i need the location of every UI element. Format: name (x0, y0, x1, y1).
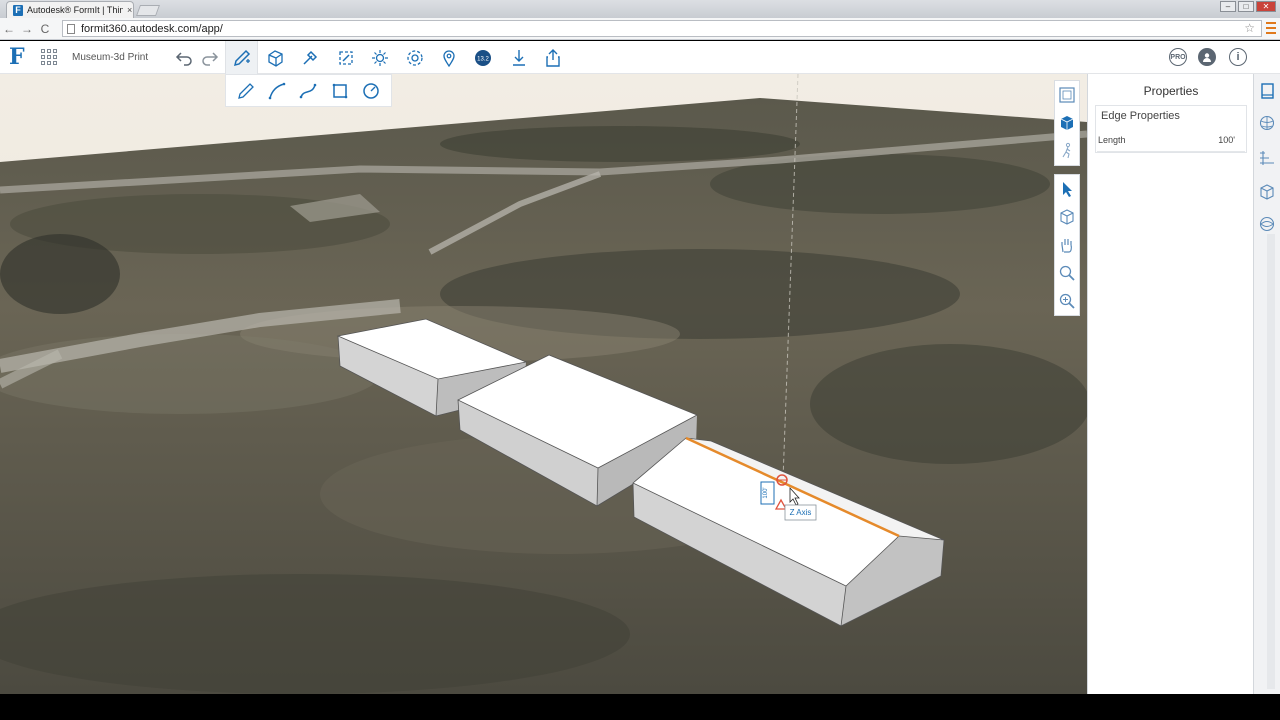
row-divider (1097, 151, 1245, 152)
zoom-extents-icon[interactable] (1055, 81, 1079, 109)
dimension-label: 100' (763, 487, 769, 498)
zoom-window-icon[interactable] (1055, 287, 1079, 315)
project-name: Museum-3d Print (72, 52, 149, 63)
zoom-icon[interactable] (1055, 259, 1079, 287)
redo-icon[interactable] (198, 46, 222, 70)
page-icon (67, 23, 75, 34)
pan-hand-icon[interactable] (1055, 231, 1079, 259)
materials-icon[interactable] (334, 46, 358, 70)
level-badge: 13.2 (477, 57, 489, 63)
view-cube-icon[interactable] (1055, 109, 1079, 137)
browser-address-bar: ← → C formit360.autodesk.com/app/ ☆ (0, 18, 1280, 40)
share-icon[interactable] (541, 46, 565, 70)
user-account-icon[interactable] (1198, 48, 1216, 66)
app-grid-icon[interactable] (41, 49, 57, 65)
browser-tab-strip: F Autodesk® FormIt | Think × – □ ✕ (0, 0, 1280, 18)
formit-favicon-icon: F (13, 4, 23, 16)
sketch-pencil-icon[interactable] (225, 41, 258, 74)
line-icon[interactable] (235, 80, 257, 102)
select-arrow-icon[interactable] (1055, 175, 1079, 203)
layers-panel-icon[interactable] (1257, 148, 1277, 168)
info-icon[interactable]: i (1229, 48, 1247, 66)
formit-app-window: F Autodesk® FormIt | Think × – □ ✕ ← → C… (0, 0, 1280, 720)
window-controls: – □ ✕ (1218, 1, 1276, 12)
analysis-panel-icon[interactable] (1257, 214, 1277, 234)
properties-title: Properties (1143, 84, 1199, 98)
undo-icon[interactable] (172, 46, 196, 70)
sun-icon[interactable] (368, 46, 392, 70)
right-panel-sidebar (1253, 74, 1280, 694)
bookmark-star-icon[interactable]: ☆ (1244, 21, 1255, 35)
minimize-button[interactable]: – (1220, 1, 1236, 12)
length-value[interactable]: 100' (1218, 135, 1235, 145)
forward-button[interactable]: → (18, 22, 36, 36)
pro-badge-button[interactable]: PRO (1169, 48, 1187, 66)
location-icon[interactable] (437, 46, 461, 70)
properties-panel: Properties Edge Properties Length 100' (1087, 74, 1253, 694)
browser-tab[interactable]: F Autodesk® FormIt | Think × (6, 1, 134, 18)
edge-properties-heading: Edge Properties (1101, 110, 1180, 122)
new-tab-button[interactable] (135, 5, 161, 16)
url-field[interactable]: formit360.autodesk.com/app/ ☆ (62, 20, 1262, 37)
spline-icon[interactable] (297, 80, 319, 102)
back-button[interactable]: ← (0, 22, 18, 36)
rectangle-icon[interactable] (329, 80, 351, 102)
walk-mode-icon[interactable] (1055, 137, 1079, 165)
formit-logo[interactable]: F (9, 46, 25, 68)
tools-icon[interactable] (298, 46, 322, 70)
3d-viewport[interactable]: 100' Z Axis (0, 74, 1087, 694)
sidebar-scrollbar[interactable] (1267, 234, 1275, 689)
url-text: formit360.autodesk.com/app/ (81, 22, 223, 35)
orbit-icon[interactable] (1055, 203, 1079, 231)
navigation-tools-strip (1054, 174, 1080, 316)
arc-icon[interactable] (266, 80, 288, 102)
length-label: Length (1098, 135, 1126, 145)
materials-panel-icon[interactable] (1257, 113, 1277, 133)
maximize-button[interactable]: □ (1238, 1, 1254, 12)
tab-title: Autodesk® FormIt | Think (27, 5, 123, 15)
settings-icon[interactable] (403, 46, 427, 70)
close-window-button[interactable]: ✕ (1256, 1, 1276, 12)
app-toolbar: F Museum-3d Print 13.2 PRO i (0, 41, 1280, 74)
terrain-scene: 100' Z Axis (0, 74, 1087, 694)
axis-tooltip-text: Z Axis (790, 508, 812, 517)
properties-panel-icon[interactable] (1257, 81, 1277, 101)
level-icon[interactable]: 13.2 (471, 46, 495, 70)
import-icon[interactable] (507, 46, 531, 70)
view-tools-strip (1054, 80, 1080, 166)
shapes-icon[interactable] (264, 46, 288, 70)
bottom-letterbox (0, 694, 1280, 720)
levels-panel-icon[interactable] (1257, 181, 1277, 201)
tab-close-icon[interactable]: × (127, 5, 132, 15)
browser-menu-icon[interactable] (1266, 22, 1276, 34)
reload-button[interactable]: C (36, 22, 54, 36)
circle-icon[interactable] (360, 80, 382, 102)
sketch-subtoolbar (225, 74, 392, 107)
edge-properties-section: Edge Properties (1095, 105, 1247, 153)
